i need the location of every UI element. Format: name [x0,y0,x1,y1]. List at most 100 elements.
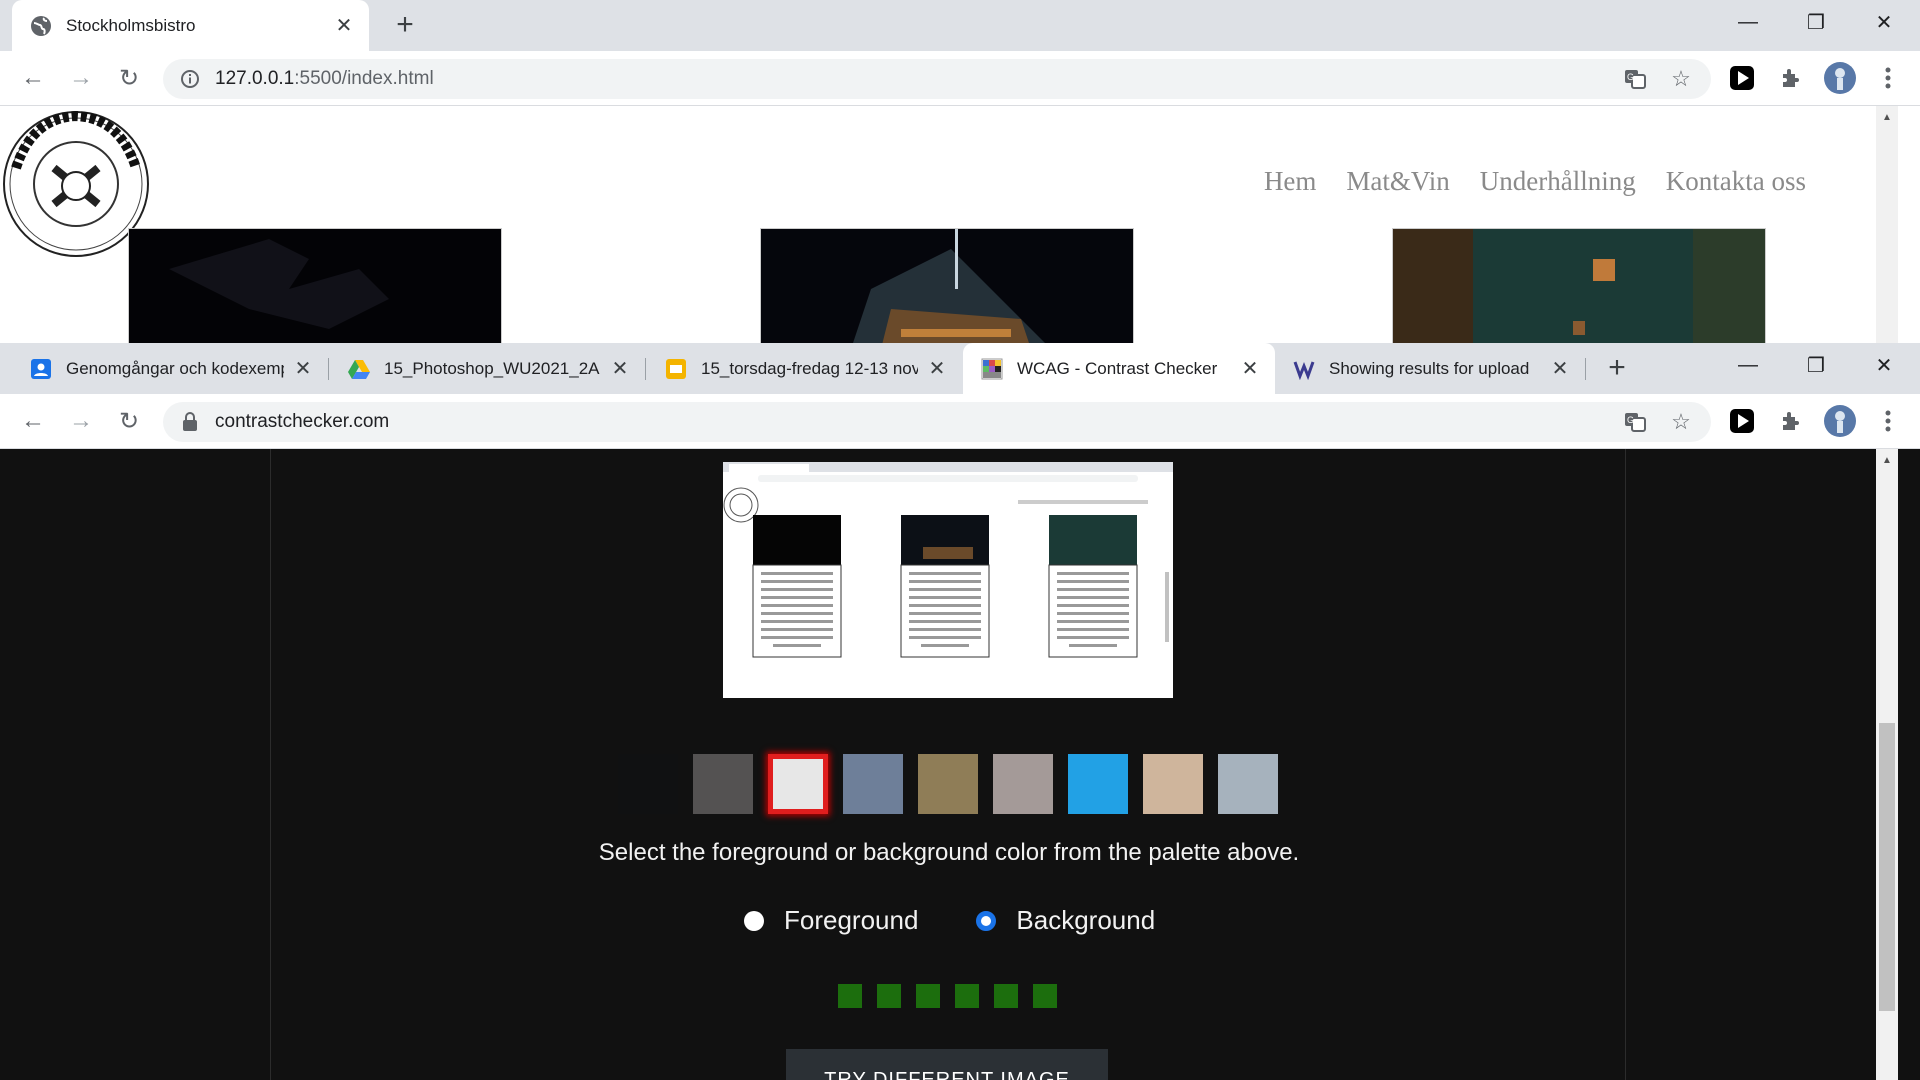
browser-window-stockholmsbistro: Stockholmsbistro ✕ + — ❐ ✕ ← → ↻ 127.0.0… [0,0,1920,343]
contacts-icon [30,358,52,380]
foreground-radio[interactable] [744,910,764,931]
swatch-5[interactable] [993,754,1053,814]
svg-text:G: G [1627,415,1634,425]
swatch-3[interactable] [843,754,903,814]
url-host: 127.0.0.1 [215,68,295,89]
close-tab-icon[interactable]: ✕ [609,358,631,380]
play-extension-icon[interactable] [1727,63,1757,93]
close-tab-icon[interactable]: ✕ [292,358,314,380]
foreground-label[interactable]: Foreground [784,905,918,936]
loading-dot [916,984,940,1008]
info-icon[interactable] [179,68,201,90]
svg-text:G: G [1627,72,1634,82]
profile-avatar[interactable] [1823,61,1857,95]
page-scrollbar[interactable]: ▲ [1876,449,1898,1080]
tab-separator [645,358,646,380]
nav-underhallning[interactable]: Underhållning [1480,166,1636,197]
scroll-up-icon[interactable]: ▲ [1876,106,1898,128]
puzzle-extensions-icon[interactable] [1776,406,1806,436]
translate-icon[interactable]: G [1619,406,1651,438]
lock-icon[interactable] [179,411,201,433]
tab-title: Stockholmsbistro [66,15,196,35]
close-tab-icon[interactable]: ✕ [926,358,948,380]
swatch-4[interactable] [918,754,978,814]
address-bar[interactable]: contrastchecker.com G ☆ [163,402,1711,442]
contrast-checker-page: Select the foreground or background colo… [0,449,1898,1080]
tab-strip: Genomgångar och kodexempel ✕ 15_Photosho… [0,343,1920,394]
tab-title: Showing results for upload [1329,358,1530,378]
tab-stockholmsbistro[interactable]: Stockholmsbistro ✕ [12,0,369,51]
tab-torsdag-fredag[interactable]: 15_torsdag-fredag 12-13 nov ✕ [647,343,962,394]
translate-icon[interactable]: G [1619,63,1651,95]
close-tab-icon[interactable]: ✕ [1239,358,1261,380]
tab-title: 15_torsdag-fredag 12-13 nov [701,358,918,378]
back-arrow-icon[interactable]: ← [16,61,50,95]
profile-avatar[interactable] [1823,404,1857,438]
stockholmsbistro-page: Hem Mat&Vin Underhållning Kontakta oss ▲ [0,106,1898,343]
content-border-right [1625,449,1626,1080]
back-arrow-icon[interactable]: ← [16,404,50,438]
browser-toolbar: ← → ↻ 127.0.0.1:5500/index.html G ☆ [0,51,1920,106]
url-path: :5500/index.html [294,68,434,89]
search-results-icon [1293,358,1315,380]
loading-dot [1033,984,1057,1008]
tab-search-results[interactable]: Showing results for upload ✕ [1275,343,1585,394]
tab-title: WCAG - Contrast Checker [1017,358,1218,378]
tab-separator [328,358,329,380]
restore-button[interactable]: ❐ [1783,343,1849,387]
tab-genomgangar[interactable]: Genomgångar och kodexempel ✕ [12,343,328,394]
tab-separator [1585,358,1586,380]
nav-hem[interactable]: Hem [1264,166,1316,197]
minimize-button[interactable]: — [1715,343,1781,387]
url-text: contrastchecker.com [215,411,390,432]
restore-button[interactable]: ❐ [1783,0,1849,44]
card-image-night [128,228,502,343]
drive-icon [348,358,370,380]
nav-kontakta-oss[interactable]: Kontakta oss [1666,166,1806,197]
tab-contrast-checker[interactable]: WCAG - Contrast Checker ✕ [963,343,1275,394]
background-label[interactable]: Background [1016,905,1155,936]
loading-dot [877,984,901,1008]
bookmark-star-icon[interactable]: ☆ [1665,406,1697,438]
forward-arrow-icon[interactable]: → [64,61,98,95]
loading-dot [955,984,979,1008]
tab-title: Genomgångar och kodexempel [66,358,284,378]
swatch-7[interactable] [1143,754,1203,814]
tab-strip: Stockholmsbistro ✕ + — ❐ ✕ [0,0,1920,51]
address-bar[interactable]: 127.0.0.1:5500/index.html G ☆ [163,59,1711,99]
scrollbar-thumb[interactable] [1879,723,1895,1011]
palette-instruction: Select the foreground or background colo… [598,839,1300,866]
new-tab-button[interactable]: + [388,8,422,42]
puzzle-extensions-icon[interactable] [1776,63,1806,93]
reload-icon[interactable]: ↻ [112,61,146,95]
new-tab-button[interactable]: + [1600,351,1634,385]
swatch-6[interactable] [1068,754,1128,814]
play-extension-icon[interactable] [1727,406,1757,436]
minimize-button[interactable]: — [1715,0,1781,44]
scroll-up-icon[interactable]: ▲ [1876,449,1898,471]
tab-photoshop[interactable]: 15_Photoshop_WU2021_2A ✕ [330,343,645,394]
card-image-church [760,228,1134,343]
forward-arrow-icon[interactable]: → [64,404,98,438]
swatch-1[interactable] [693,754,753,814]
bookmark-star-icon[interactable]: ☆ [1665,63,1697,95]
card-image-cave [1392,228,1766,343]
uploaded-screenshot-preview [723,462,1173,712]
menu-dots-icon[interactable] [1873,63,1903,93]
swatch-8[interactable] [1218,754,1278,814]
reload-icon[interactable]: ↻ [112,404,146,438]
swatch-2-selected[interactable] [768,754,828,814]
slides-icon [665,358,687,380]
close-tab-icon[interactable]: ✕ [1549,358,1571,380]
tab-title: 15_Photoshop_WU2021_2A [384,358,600,378]
nav-mat-vin[interactable]: Mat&Vin [1346,166,1449,197]
menu-dots-icon[interactable] [1873,406,1903,436]
close-window-button[interactable]: ✕ [1851,343,1917,387]
swatch-0[interactable] [618,754,678,814]
try-different-image-button[interactable]: TRY DIFFERENT IMAGE [786,1049,1108,1080]
page-scrollbar[interactable]: ▲ [1876,106,1898,343]
close-window-button[interactable]: ✕ [1851,0,1917,44]
close-tab-icon[interactable]: ✕ [333,15,355,37]
loading-dot [838,984,862,1008]
background-radio[interactable] [976,910,997,931]
